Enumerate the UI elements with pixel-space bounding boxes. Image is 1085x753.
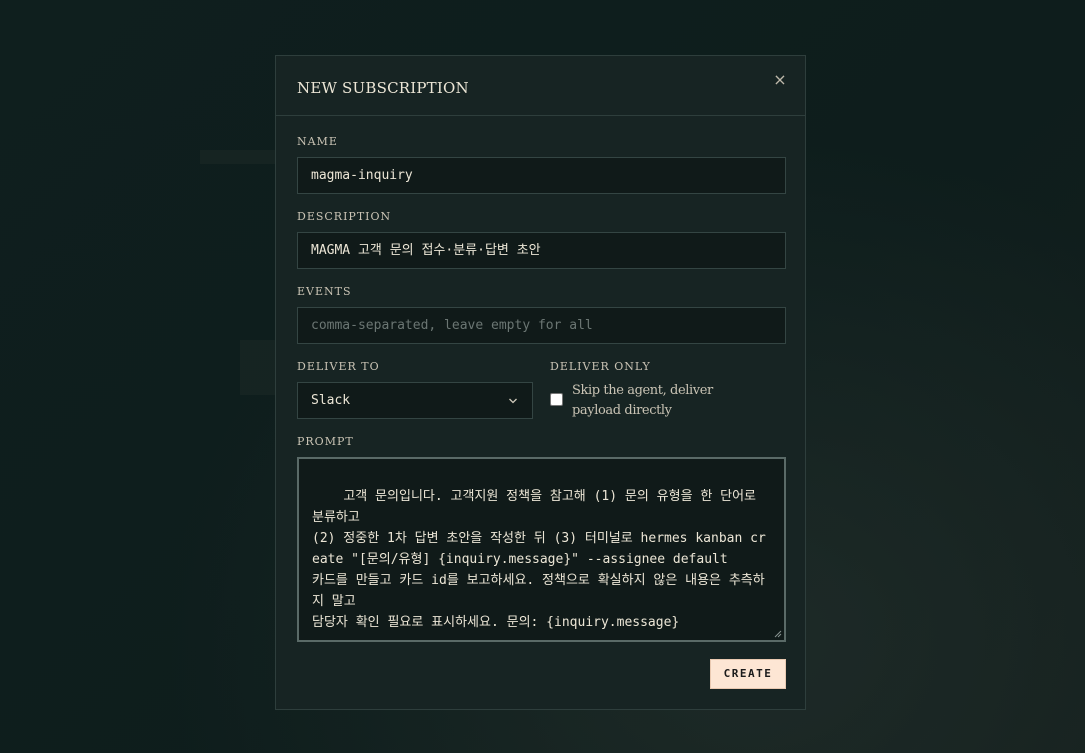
deliver-only-label: DELIVER ONLY <box>550 360 651 373</box>
resize-handle-icon[interactable] <box>774 630 782 638</box>
deliver-to-label: DELIVER TO <box>297 360 380 373</box>
description-label: DESCRIPTION <box>297 210 392 223</box>
name-input[interactable]: magma-inquiry <box>297 157 786 194</box>
prompt-textarea[interactable]: 고객 문의입니다. 고객지원 정책을 참고해 (1) 문의 유형을 한 단어로 … <box>297 457 786 642</box>
prompt-text: 고객 문의입니다. 고객지원 정책을 참고해 (1) 문의 유형을 한 단어로 … <box>312 489 766 630</box>
close-icon: × <box>773 70 787 89</box>
deliver-only-checkbox[interactable] <box>550 393 563 406</box>
close-button[interactable]: × <box>771 70 789 90</box>
dialog-title: NEW SUBSCRIPTION <box>297 79 469 97</box>
deliver-only-checkbox-label[interactable]: Skip the agent, deliver payload directly <box>572 381 762 421</box>
prompt-label: PROMPT <box>297 435 354 448</box>
background-blur-block <box>240 340 280 395</box>
name-label: NAME <box>297 135 338 148</box>
deliver-to-selected-value: Slack <box>311 393 351 408</box>
description-input[interactable]: MAGMA 고객 문의 접수·분류·답변 초안 <box>297 232 786 269</box>
dialog-header: NEW SUBSCRIPTION × <box>276 56 805 116</box>
chevron-down-icon <box>509 398 517 404</box>
events-input[interactable]: comma-separated, leave empty for all <box>297 307 786 344</box>
events-label: EVENTS <box>297 285 352 298</box>
new-subscription-dialog: NEW SUBSCRIPTION × NAME magma-inquiry DE… <box>275 55 806 710</box>
deliver-to-select[interactable]: Slack <box>297 382 533 419</box>
create-button[interactable]: CREATE <box>710 659 786 689</box>
